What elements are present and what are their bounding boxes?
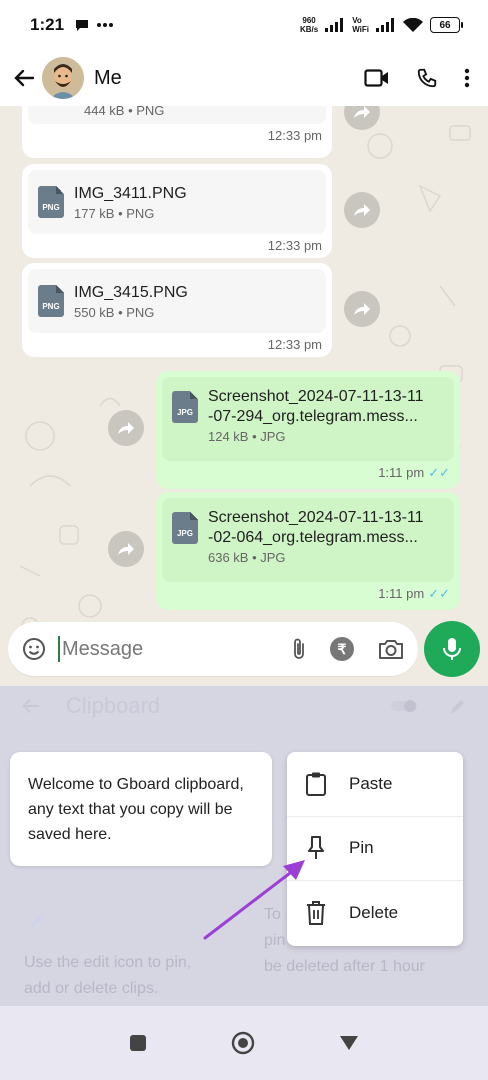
file-attachment[interactable]: 444 kB • PNG <box>28 106 326 124</box>
read-ticks-icon: ✓✓ <box>428 586 450 601</box>
file-meta: 550 kB • PNG <box>74 304 155 320</box>
voice-record-button[interactable] <box>424 621 480 677</box>
clip-context-menu: Paste Pin Delete <box>287 752 463 946</box>
message-bubble[interactable]: 444 kB • PNG 12:33 pm <box>22 106 332 158</box>
status-bar: 1:21 960 KB/s Vo WiFi 66 <box>0 0 488 50</box>
file-name-line-2: -07-294_org.telegram.mess... <box>208 408 418 425</box>
clock: 1:21 <box>30 15 65 34</box>
payment-rupee-icon[interactable]: ₹ <box>330 637 354 661</box>
message-time: 12:33 pm <box>267 337 322 352</box>
message-bubble[interactable]: PNG IMG_3411.PNG 177 kB • PNG 12:33 pm <box>22 164 332 258</box>
forward-icon <box>118 543 134 555</box>
message-time: 12:33 pm <box>267 128 322 143</box>
clipboard-back-icon[interactable] <box>20 695 42 717</box>
avatar[interactable] <box>42 57 84 99</box>
file-name-line-1: Screenshot_2024-07-11-13-11 <box>208 509 424 526</box>
file-meta: 177 kB • PNG <box>74 205 155 221</box>
menu-item-label: Pin <box>349 838 374 858</box>
message-time: 1:11 pm <box>378 586 425 601</box>
menu-item-pin[interactable]: Pin <box>287 817 463 882</box>
clipboard-toggle-icon[interactable] <box>390 698 418 714</box>
forward-icon <box>354 106 370 118</box>
message-input-box[interactable]: Message ₹ <box>8 622 418 676</box>
file-meta: 124 kB • JPG <box>208 429 286 444</box>
menu-item-delete[interactable]: Delete <box>287 881 463 946</box>
clipboard-icon <box>306 772 326 796</box>
menu-item-paste[interactable]: Paste <box>287 752 463 817</box>
forward-icon <box>354 303 370 315</box>
file-attachment[interactable]: PNG IMG_3415.PNG 550 kB • PNG <box>28 269 326 333</box>
pin-icon <box>308 836 324 860</box>
message-bubble[interactable]: JPG Screenshot_2024-07-11-13-11 -02-064_… <box>156 492 460 610</box>
file-attachment[interactable]: JPG Screenshot_2024-07-11-13-11 -07-294_… <box>162 377 454 461</box>
back-triangle-icon[interactable] <box>339 1035 359 1051</box>
vowifi-indicator: Vo WiFi <box>352 16 369 34</box>
message-time: 1:11 pm <box>378 465 425 480</box>
forward-button[interactable] <box>108 410 144 446</box>
more-notifications-icon <box>97 23 114 27</box>
overflow-menu-icon[interactable] <box>464 68 470 88</box>
phone-icon[interactable] <box>416 67 438 89</box>
message-bubble[interactable]: PNG IMG_3415.PNG 550 kB • PNG 12:33 pm <box>22 263 332 357</box>
network-speed: 960 KB/s <box>299 16 319 34</box>
home-circle-icon[interactable] <box>231 1031 255 1055</box>
chat-area[interactable]: 444 kB • PNG 12:33 pm PNG IMG_3411.PNG 1… <box>0 106 488 686</box>
system-nav-bar <box>0 1006 488 1080</box>
menu-item-label: Paste <box>349 773 393 793</box>
video-call-icon[interactable] <box>364 68 390 88</box>
clipboard-info-line-3: be deleted after 1 hour <box>264 958 426 975</box>
edit-pencil-icon[interactable] <box>448 696 468 716</box>
forward-icon <box>118 422 134 434</box>
message-time: 12:33 pm <box>267 238 322 253</box>
file-name-line-2: -02-064_org.telegram.mess... <box>208 529 418 546</box>
message-bubble[interactable]: JPG Screenshot_2024-07-11-13-11 -07-294_… <box>156 371 460 489</box>
clipboard-welcome-card: Welcome to Gboard clipboard, any text th… <box>10 752 272 866</box>
clipboard-hint-line-2: add or delete clips. <box>24 980 159 997</box>
forward-button[interactable] <box>344 192 380 228</box>
file-name: IMG_3415.PNG <box>74 283 188 301</box>
recents-square-icon[interactable] <box>129 1034 147 1052</box>
clipboard-title: Clipboard <box>66 693 161 718</box>
camera-icon[interactable] <box>378 638 404 660</box>
composer: Message ₹ <box>0 612 488 686</box>
battery-indicator: 66 <box>430 17 463 33</box>
clipboard-hint-line-1: Use the edit icon to pin, <box>24 954 192 971</box>
forward-button[interactable] <box>344 291 380 327</box>
signal-icon <box>325 18 344 32</box>
faded-pencil-icon <box>30 915 43 928</box>
file-meta: 636 kB • JPG <box>208 550 286 565</box>
forward-icon <box>354 204 370 216</box>
microphone-icon <box>443 638 461 660</box>
file-attachment[interactable]: PNG IMG_3411.PNG 177 kB • PNG <box>28 170 326 234</box>
clipboard-header: Clipboard <box>0 686 488 726</box>
png-file-icon: PNG <box>38 186 64 218</box>
attach-icon[interactable] <box>292 637 306 661</box>
back-arrow-icon[interactable] <box>12 66 36 90</box>
signal-icon-2 <box>376 18 394 32</box>
read-ticks-icon: ✓✓ <box>428 465 450 480</box>
contact-name[interactable]: Me <box>94 67 122 90</box>
chat-header: Me <box>0 50 488 106</box>
file-meta: 444 kB • PNG <box>84 106 165 118</box>
trash-icon <box>307 901 325 926</box>
gboard-clipboard-panel: Clipboard Use the edit icon to pin, add … <box>0 686 488 1006</box>
avatar-face-icon <box>42 57 84 99</box>
file-name-line-1: Screenshot_2024-07-11-13-11 <box>208 388 424 405</box>
chat-notification-icon <box>76 20 89 31</box>
menu-item-label: Delete <box>349 903 399 923</box>
file-attachment[interactable]: JPG Screenshot_2024-07-11-13-11 -02-064_… <box>162 498 454 582</box>
forward-button[interactable] <box>108 531 144 567</box>
message-input[interactable]: Message <box>58 636 143 662</box>
wifi-icon <box>403 17 423 32</box>
emoji-icon[interactable] <box>22 637 46 661</box>
png-file-icon: PNG <box>38 285 64 317</box>
jpg-file-icon: JPG <box>172 512 198 544</box>
jpg-file-icon: JPG <box>172 391 198 423</box>
file-name: IMG_3411.PNG <box>74 184 187 202</box>
